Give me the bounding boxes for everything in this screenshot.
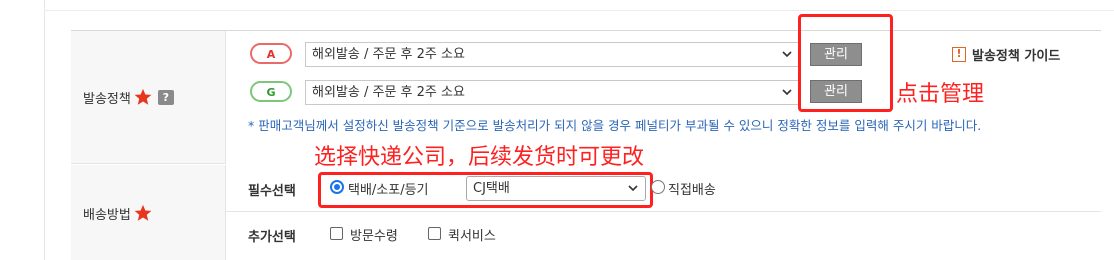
shipping-policy-guide-link[interactable]: ! 발송정책 가이드 [952, 45, 1060, 64]
visit-pickup-label[interactable]: 방문수령 [350, 225, 398, 244]
visit-pickup-checkbox[interactable] [330, 227, 343, 240]
policy-a-badge: A [250, 43, 292, 64]
policy-g-select-value: 해외발송 / 주문 후 2주 소요 [312, 85, 465, 100]
annotation-box-manage [798, 14, 893, 112]
parcel-option-label[interactable]: 택배/소포/등기 [348, 179, 429, 198]
chevron-down-icon [628, 185, 638, 192]
required-select-label: 필수선택 [248, 184, 296, 199]
direct-delivery-radio[interactable] [651, 180, 665, 194]
quick-service-label[interactable]: 퀵서비스 [448, 225, 496, 244]
row-label-delivery-method: 배송방법 [71, 165, 226, 260]
policy-g-select[interactable]: 해외발송 / 주문 후 2주 소요 [305, 80, 800, 105]
row-label-shipping-policy: 발송정책 ? [71, 31, 226, 164]
chevron-down-icon [782, 89, 792, 96]
quick-service-checkbox[interactable] [428, 227, 441, 240]
required-star-icon [134, 204, 152, 221]
annotation-courier-hint: 选择快递公司，后续发货时可更改 [314, 145, 645, 170]
policy-notice: * 판매고객님께서 설정하신 발송정책 기준으로 발송처리가 되지 않을 경우 … [248, 118, 982, 133]
delivery-method-label: 배송방법 [83, 207, 131, 223]
additional-select-label: 추가선택 [248, 230, 296, 245]
required-star-icon [134, 88, 152, 105]
policy-a-select-value: 해외발송 / 주문 후 2주 소요 [312, 47, 465, 62]
direct-delivery-label[interactable]: 직접배송 [668, 179, 716, 198]
row-divider [226, 211, 1101, 212]
top-divider [44, 10, 1114, 11]
policy-a-select[interactable]: 해외발송 / 주문 후 2주 소요 [305, 42, 800, 67]
left-rail [44, 0, 45, 260]
annotation-manage-hint: 点击管理 [896, 82, 985, 107]
parcel-radio[interactable] [330, 180, 344, 194]
shipping-policy-label: 발송정책 [83, 91, 131, 107]
help-icon[interactable]: ? [157, 89, 174, 105]
policy-g-badge: G [250, 81, 292, 102]
warning-icon: ! [952, 47, 966, 62]
courier-select[interactable]: CJ택배 [466, 176, 646, 201]
courier-select-value: CJ택배 [473, 181, 510, 196]
chevron-down-icon [782, 51, 792, 58]
guide-label: 발송정책 가이드 [972, 49, 1061, 64]
